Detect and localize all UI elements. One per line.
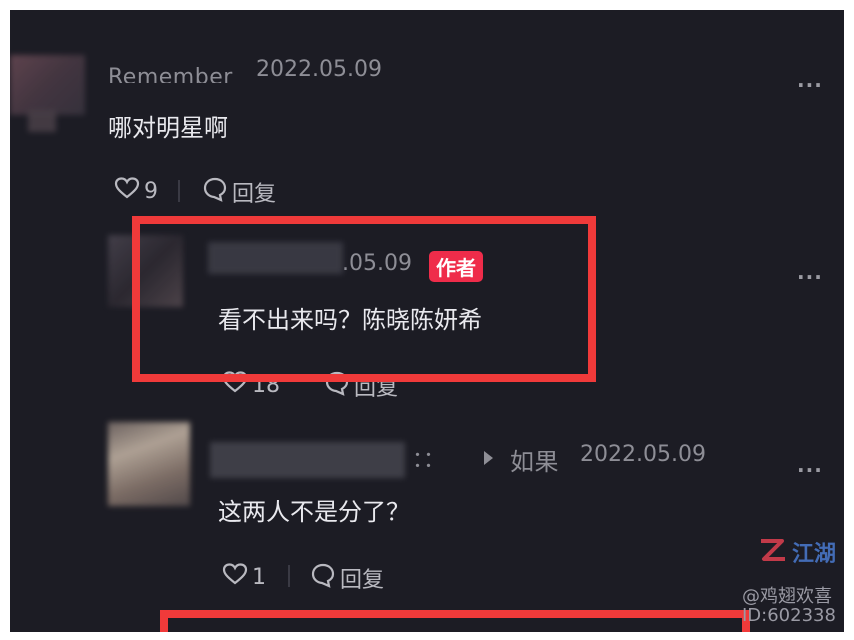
- heart-icon: [114, 176, 140, 206]
- watermark-logo: 江湖: [758, 536, 836, 568]
- avatar[interactable]: [108, 422, 190, 506]
- like-count: 9: [144, 178, 158, 204]
- avatar-fragment: [28, 110, 56, 132]
- comment-text: 哪对明星啊: [108, 114, 228, 142]
- reply-label: 回复: [340, 568, 385, 593]
- reply-label: 回复: [232, 182, 277, 207]
- comment-section: Remember 2022.05.09 ... 哪对明星啊 9 回复 .05.0…: [10, 10, 844, 632]
- more-options-button[interactable]: ...: [797, 68, 823, 92]
- comment-bubble-icon: [202, 176, 228, 208]
- logo-icon: [758, 536, 788, 568]
- like-count: 1: [252, 564, 266, 590]
- comment-bubble-icon: [310, 562, 336, 594]
- like-button[interactable]: 1: [222, 562, 266, 592]
- play-arrow-icon: [484, 451, 493, 465]
- username-blurred[interactable]: [210, 442, 405, 478]
- avatar[interactable]: [10, 55, 85, 115]
- divider: [178, 180, 180, 202]
- comment-username[interactable]: Remember: [108, 59, 233, 83]
- reply-button[interactable]: 回复: [310, 562, 384, 594]
- highlight-box: [132, 216, 596, 382]
- logo-text: 江湖: [792, 542, 837, 567]
- comment-date: 2022.05.09: [256, 57, 382, 82]
- divider: [288, 565, 290, 587]
- like-button[interactable]: 9: [114, 176, 158, 206]
- comment-text: 这两人不是分了？: [218, 498, 410, 526]
- watermark-id: ID:602338: [742, 605, 836, 626]
- more-options-button[interactable]: ...: [797, 260, 823, 284]
- reply-to-username[interactable]: 如果: [510, 442, 559, 477]
- comment-date: 2022.05.09: [580, 442, 706, 467]
- reply-to-separator: ：：: [412, 448, 446, 473]
- highlight-box-partial: [160, 610, 750, 632]
- more-options-button[interactable]: ...: [797, 453, 823, 477]
- reply-button[interactable]: 回复: [202, 176, 276, 208]
- heart-icon: [222, 562, 248, 592]
